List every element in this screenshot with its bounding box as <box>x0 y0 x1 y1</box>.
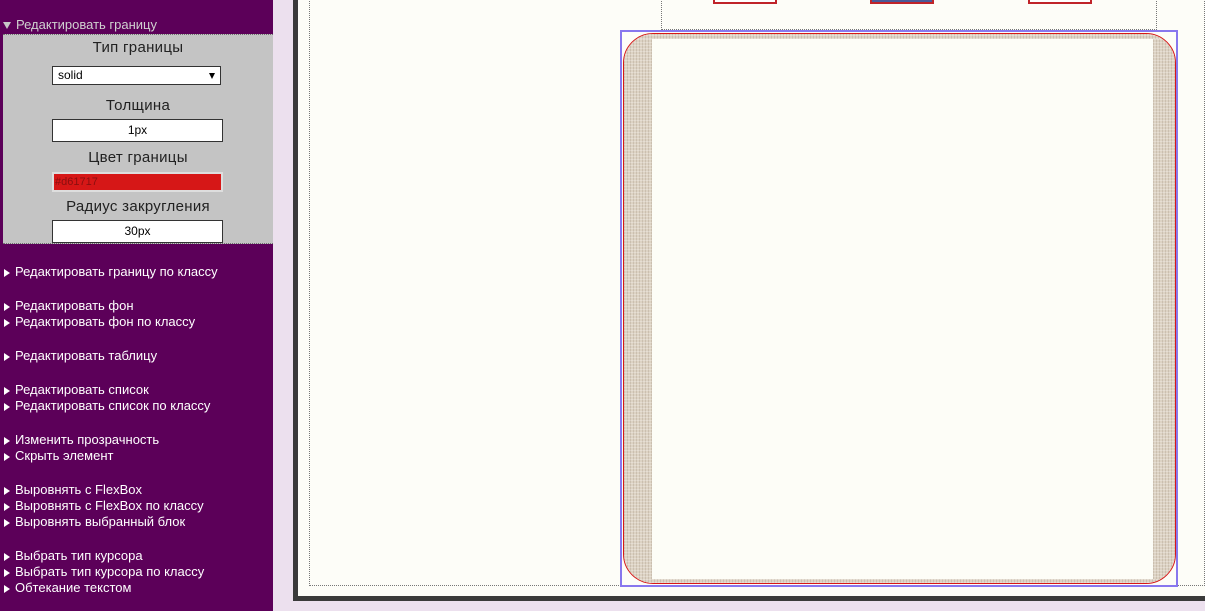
selection-outline <box>620 30 1178 587</box>
menu-item-change-opacity[interactable]: Изменить прозрачность <box>0 432 159 448</box>
menu-item-cursor-type[interactable]: Выбрать тип курсора <box>0 548 143 564</box>
thickness-input[interactable]: 1px <box>52 119 223 142</box>
triangle-right-icon <box>4 386 10 395</box>
triangle-right-icon <box>4 502 10 511</box>
menu-item-label: Редактировать фон по классу <box>15 314 196 329</box>
top-block-item[interactable] <box>1028 0 1092 4</box>
triangle-right-icon <box>4 402 10 411</box>
border-edit-panel: Тип границы solid Толщина 1px Цвет грани… <box>3 34 273 244</box>
section-header-edit-border[interactable]: Редактировать границу <box>0 16 157 34</box>
menu-item-label: Выбрать тип курсора <box>15 548 143 563</box>
border-type-select[interactable]: solid <box>52 66 221 85</box>
menu-item-text-wrap[interactable]: Обтекание текстом <box>0 580 131 596</box>
top-block-item[interactable] <box>713 0 777 4</box>
menu-item-align-selected-block[interactable]: Выровнять выбранный блок <box>0 514 185 530</box>
menu-item-label: Скрыть элемент <box>15 448 114 463</box>
triangle-right-icon <box>4 268 10 277</box>
border-type-label: Тип границы <box>92 39 184 56</box>
border-color-input[interactable]: #d61717 <box>52 172 223 192</box>
menu-item-label: Изменить прозрачность <box>15 432 160 447</box>
top-block-item[interactable] <box>870 0 934 4</box>
section-header-label: Редактировать границу <box>16 17 158 32</box>
triangle-right-icon <box>4 436 10 445</box>
triangle-right-icon <box>4 302 10 311</box>
sidebar: Редактировать границу Тип границы solid … <box>0 0 273 611</box>
menu-item-label: Редактировать список <box>15 382 149 397</box>
thickness-label: Толщина <box>105 97 171 114</box>
menu-item-edit-list-by-class[interactable]: Редактировать список по классу <box>0 398 210 414</box>
menu-item-cursor-type-by-class[interactable]: Выбрать тип курсора по классу <box>0 564 204 580</box>
radius-label: Радиус закругления <box>66 198 210 215</box>
menu-item-hide-element[interactable]: Скрыть элемент <box>0 448 113 464</box>
menu-item-edit-border-by-class[interactable]: Редактировать границу по классу <box>0 264 218 280</box>
menu-item-label: Редактировать список по классу <box>15 398 211 413</box>
top-block[interactable] <box>661 0 1157 30</box>
menu-item-align-flexbox[interactable]: Выровнять с FlexBox <box>0 482 142 498</box>
radius-input[interactable]: 30px <box>52 220 223 243</box>
menu-item-label: Обтекание текстом <box>15 580 132 595</box>
menu-item-label: Выбрать тип курсора по классу <box>15 564 205 579</box>
triangle-right-icon <box>4 568 10 577</box>
menu-item-edit-background-by-class[interactable]: Редактировать фон по классу <box>0 314 195 330</box>
menu-item-edit-background[interactable]: Редактировать фон <box>0 298 134 314</box>
menu-item-label: Редактировать фон <box>15 298 134 313</box>
menu-item-label: Выровнять с FlexBox <box>15 482 143 497</box>
menu-item-label: Редактировать таблицу <box>15 348 158 363</box>
triangle-right-icon <box>4 518 10 527</box>
menu-item-label: Редактировать границу по классу <box>15 264 218 279</box>
triangle-right-icon <box>4 452 10 461</box>
triangle-right-icon <box>4 318 10 327</box>
border-type-value: solid <box>58 68 83 82</box>
triangle-down-icon <box>3 22 11 30</box>
menu-item-label: Выровнять выбранный блок <box>15 514 186 529</box>
triangle-right-icon <box>4 486 10 495</box>
triangle-right-icon <box>4 584 10 593</box>
menu-item-label: Выровнять с FlexBox по классу <box>15 498 204 513</box>
chevron-down-icon <box>209 73 215 79</box>
triangle-right-icon <box>4 552 10 561</box>
menu-item-edit-table[interactable]: Редактировать таблицу <box>0 348 157 364</box>
menu-item-align-flexbox-by-class[interactable]: Выровнять с FlexBox по классу <box>0 498 204 514</box>
menu-item-edit-list[interactable]: Редактировать список <box>0 382 149 398</box>
border-color-label: Цвет границы <box>88 149 188 166</box>
triangle-right-icon <box>4 352 10 361</box>
